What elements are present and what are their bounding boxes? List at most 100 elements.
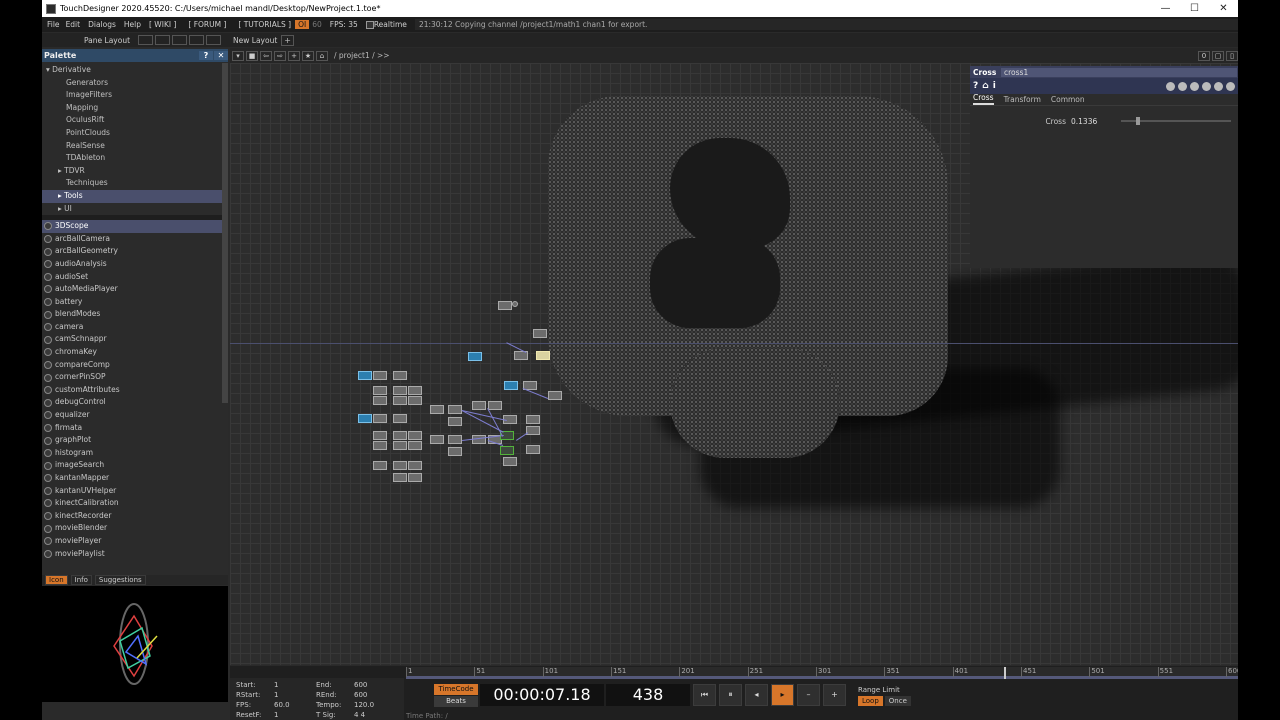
operator-node[interactable] [393,371,407,380]
palette-item[interactable]: arcBallGeometry [42,245,228,258]
operator-node[interactable] [408,396,422,405]
stop-icon[interactable]: ■ [246,50,258,61]
add-layout-button[interactable]: + [281,34,294,46]
operator-node[interactable] [373,461,387,470]
step-back-button[interactable]: ◂ [745,684,768,706]
operator-node[interactable] [526,445,540,454]
target-icon[interactable] [1226,81,1235,91]
operator-node[interactable] [393,396,407,405]
palette-item[interactable]: graphPlot [42,434,228,447]
operator-node[interactable] [448,447,462,456]
network-path[interactable]: / project1 / >> [334,51,390,60]
frame-display[interactable]: 438 [606,684,690,706]
palette-item[interactable]: compareComp [42,359,228,372]
operator-node[interactable] [373,371,387,380]
palette-folder[interactable]: RealSense [42,140,228,153]
step-plus-button[interactable]: + [823,684,846,706]
layout-button-4[interactable] [189,35,205,45]
home-icon[interactable]: ⌂ [316,50,328,61]
operator-node[interactable] [373,414,387,423]
layout-button-2[interactable] [155,35,171,45]
timeline-info-value[interactable]: 1 [274,680,316,690]
palette-folder[interactable]: Generators [42,77,228,90]
pause-button[interactable]: ⏸ [719,684,742,706]
palette-item[interactable]: kantanMapper [42,472,228,485]
operator-node[interactable] [393,473,407,482]
tab-common[interactable]: Common [1051,95,1085,105]
operator-node[interactable] [500,446,514,455]
palette-item[interactable]: battery [42,296,228,309]
tab-icon[interactable]: Icon [45,575,68,585]
palette-item[interactable]: moviePlaylist [42,548,228,561]
cross-param-slider[interactable] [1121,117,1231,125]
operator-node[interactable] [358,371,372,380]
close-button[interactable]: ✕ [1209,3,1238,14]
python-icon[interactable]: ⌂ [982,81,988,91]
palette-folder[interactable]: ▸ TDVR [42,165,228,178]
forward-icon[interactable]: ⇨ [274,50,286,61]
operator-node[interactable] [533,329,547,338]
palette-item[interactable]: equalizer [42,409,228,422]
maximize-button[interactable]: ☐ [1180,3,1209,14]
operator-node[interactable] [373,441,387,450]
view-icon[interactable] [1202,81,1211,91]
rewind-button[interactable]: ⏮ [693,684,716,706]
operator-node[interactable] [393,431,407,440]
operator-node[interactable] [393,414,407,423]
new-layout-tab[interactable]: New Layout [233,36,277,45]
palette-item[interactable]: chromaKey [42,346,228,359]
operator-node[interactable] [430,405,444,414]
palette-folder[interactable]: OculusRift [42,114,228,127]
operator-node[interactable] [512,301,518,307]
timeline-cursor[interactable] [1004,667,1007,679]
operator-node[interactable] [393,386,407,395]
menu-edit[interactable]: Edit [66,20,81,29]
palette-item[interactable]: customAttributes [42,384,228,397]
operator-node[interactable] [373,386,387,395]
palette-folder[interactable]: ImageFilters [42,89,228,102]
timeline-info-value[interactable]: 1 [274,690,316,700]
timeline-info-value[interactable]: 1 [274,710,316,720]
palette-item[interactable]: debugControl [42,396,228,409]
palette-item[interactable]: 3DScope [42,220,228,233]
timeline-ruler[interactable]: 151101151201251301351401451501551600 [406,667,1238,679]
pane-maximize-icon[interactable]: ▢ [1212,50,1224,61]
help-icon[interactable]: ? [973,81,978,91]
palette-folder[interactable]: TDAbleton [42,152,228,165]
tab-suggestions[interactable]: Suggestions [94,575,146,585]
layout-button-1[interactable] [138,35,154,45]
add-icon[interactable]: + [288,50,300,61]
tab-cross[interactable]: Cross [973,93,994,105]
cross-slider-knob[interactable] [1135,117,1140,125]
tab-info[interactable]: Info [70,575,92,585]
palette-item[interactable]: imageSearch [42,459,228,472]
star-icon[interactable]: ★ [302,50,314,61]
palette-item[interactable]: autoMediaPlayer [42,283,228,296]
step-minus-button[interactable]: – [797,684,820,706]
palette-help-button[interactable]: ? [199,51,213,60]
palette-folder[interactable]: ▸ UI [42,203,228,216]
comment-icon[interactable] [1178,81,1187,91]
operator-node[interactable] [468,352,482,361]
operator-node[interactable] [488,401,502,410]
operator-node[interactable] [408,386,422,395]
timeline-info-value[interactable]: 600 [354,690,398,700]
menu-file[interactable]: File [47,20,60,29]
once-button[interactable]: Once [884,696,911,706]
operator-node[interactable] [408,431,422,440]
timeline-info-value[interactable]: 120.0 [354,700,398,710]
operator-node[interactable] [526,415,540,424]
operator-node[interactable] [448,435,462,444]
play-button[interactable]: ▸ [771,684,794,706]
palette-item[interactable]: camera [42,321,228,334]
palette-item[interactable]: cornerPinSOP [42,371,228,384]
palette-item[interactable]: camSchnappr [42,333,228,346]
operator-node[interactable] [472,401,486,410]
op-name-field[interactable]: cross1 [1001,67,1237,77]
tab-transform[interactable]: Transform [1004,95,1041,105]
palette-item[interactable]: blendModes [42,308,228,321]
operator-node[interactable] [448,405,462,414]
oi-toggle[interactable]: OI [295,20,310,29]
timeline-info-value[interactable]: 4 4 [354,710,398,720]
operator-node[interactable] [408,473,422,482]
